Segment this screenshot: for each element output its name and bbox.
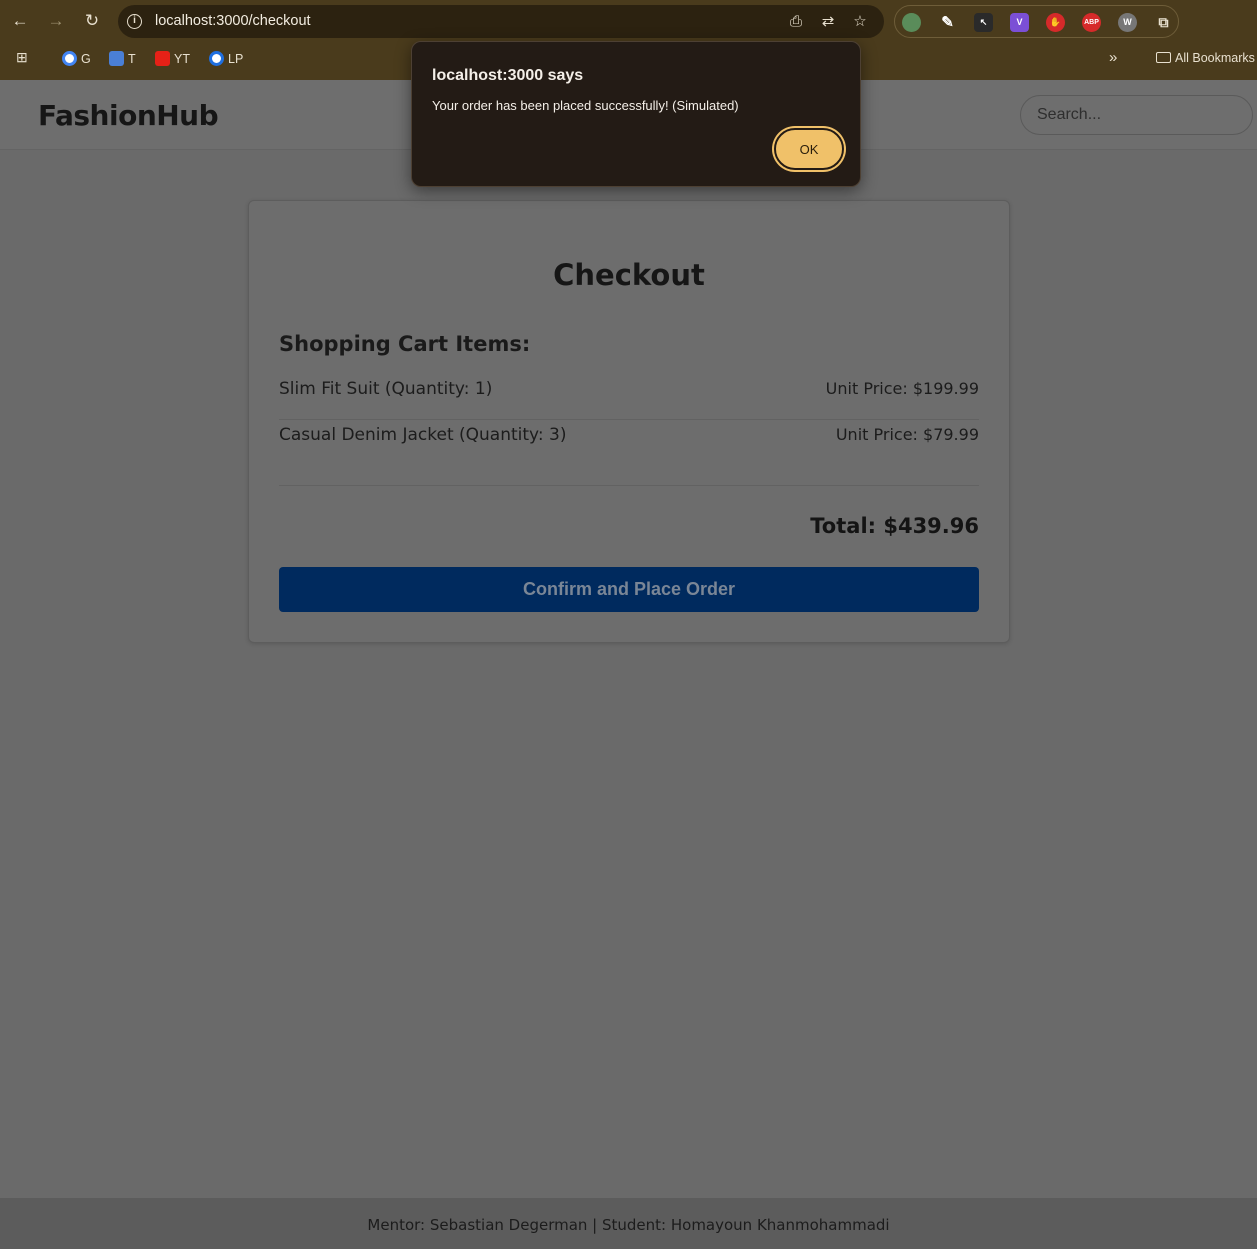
bookmarks-overflow-icon[interactable]: »	[1109, 49, 1117, 66]
site-footer: Mentor: Sebastian Degerman | Student: Ho…	[0, 1198, 1257, 1249]
extension-w-icon[interactable]: W	[1118, 13, 1137, 32]
lp-icon	[209, 51, 224, 66]
reload-icon[interactable]: ↻	[81, 10, 103, 32]
page-title: Checkout	[553, 258, 705, 292]
address-bar[interactable]: i localhost:3000/checkout ⎙ ⇄ ☆	[118, 5, 884, 38]
dialog-title: localhost:3000 says	[432, 67, 584, 84]
bookmark-star-icon[interactable]: ☆	[850, 12, 870, 32]
youtube-icon	[155, 51, 170, 66]
bookmark-google[interactable]: G	[62, 51, 91, 66]
address-url[interactable]: localhost:3000/checkout	[155, 13, 311, 29]
alert-dialog: localhost:3000 says Your order has been …	[411, 41, 861, 187]
page: FashionHub Checkout Shopping Cart Items:…	[0, 80, 1257, 1249]
all-bookmarks[interactable]: All Bookmarks	[1156, 51, 1255, 65]
bookmark-lp[interactable]: LP	[209, 51, 243, 66]
cart-item-price: Unit Price: $199.99	[825, 379, 979, 398]
total-divider	[279, 485, 979, 486]
cart-heading: Shopping Cart Items:	[279, 332, 531, 356]
extension-adblock-icon[interactable]: ABP	[1082, 13, 1101, 32]
browser-toolbar: ← → ↻ i localhost:3000/checkout ⎙ ⇄ ☆ ✎ …	[0, 0, 1257, 42]
site-logo[interactable]: FashionHub	[38, 99, 219, 132]
site-info-icon[interactable]: i	[127, 14, 142, 29]
bookmark-youtube[interactable]: YT	[155, 51, 190, 66]
search-input[interactable]	[1020, 95, 1253, 135]
folder-icon	[1156, 52, 1171, 63]
footer-credits: Mentor: Sebastian Degerman | Student: Ho…	[367, 1216, 890, 1234]
bookmark-translate[interactable]: T	[109, 51, 136, 66]
checkout-card: Checkout Shopping Cart Items: Slim Fit S…	[248, 200, 1010, 643]
order-total: Total: $439.96	[810, 514, 979, 538]
extension-hand-icon[interactable]: ✋	[1046, 13, 1065, 32]
google-icon	[62, 51, 77, 66]
confirm-order-button[interactable]: Confirm and Place Order	[279, 567, 979, 612]
cart-item: Casual Denim Jacket (Quantity: 3) Unit P…	[279, 420, 979, 466]
extension-cursor-icon[interactable]: ↖	[974, 13, 993, 32]
apps-grid-icon[interactable]: ⊞	[16, 49, 28, 66]
back-arrow-icon[interactable]: ←	[9, 10, 31, 32]
dialog-message: Your order has been placed successfully!…	[432, 98, 739, 113]
translate-icon[interactable]: ⇄	[818, 12, 838, 32]
cart-item-name: Slim Fit Suit (Quantity: 1)	[279, 379, 493, 399]
translate-bookmark-icon	[109, 51, 124, 66]
dialog-ok-button[interactable]: OK	[774, 128, 844, 170]
extension-js-icon[interactable]	[902, 13, 921, 32]
install-app-icon[interactable]: ⎙	[786, 12, 806, 32]
cart-item: Slim Fit Suit (Quantity: 1) Unit Price: …	[279, 374, 979, 420]
cart-item-name: Casual Denim Jacket (Quantity: 3)	[279, 425, 567, 445]
extension-color-picker-icon[interactable]: ✎	[938, 13, 957, 32]
cart-item-price: Unit Price: $79.99	[835, 425, 979, 444]
extensions-area: ✎ ↖ V ✋ ABP W ⧉	[894, 5, 1179, 38]
forward-arrow-icon[interactable]: →	[45, 10, 67, 32]
extension-v-icon[interactable]: V	[1010, 13, 1029, 32]
extensions-puzzle-icon[interactable]: ⧉	[1154, 13, 1173, 32]
